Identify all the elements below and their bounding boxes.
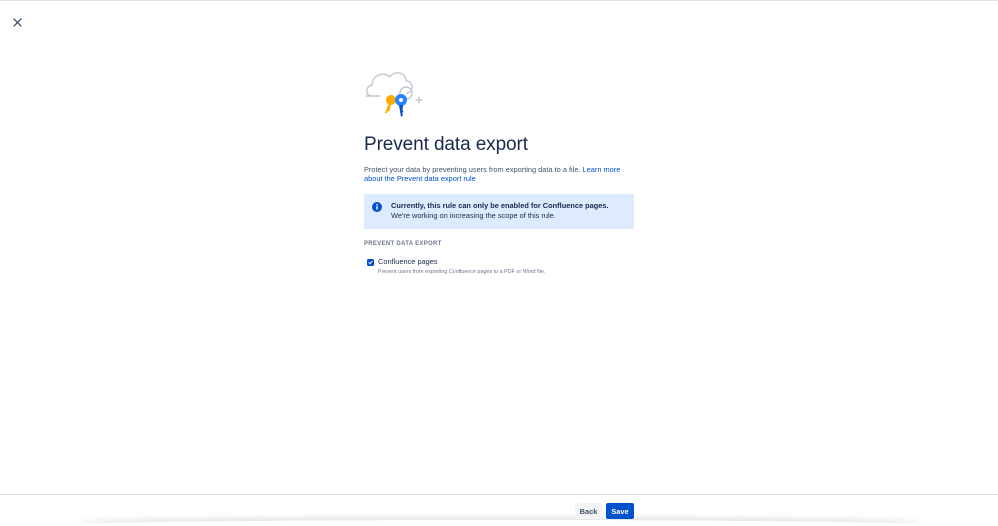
option-body: Confluence pages Prevent users from expo… — [378, 257, 545, 276]
footer-shadow — [80, 520, 920, 526]
info-banner-rest: We're working on increasing the scope of… — [391, 211, 556, 221]
dialog-content: Prevent data export Protect your data by… — [364, 66, 634, 276]
dialog-description: Protect your data by preventing users fr… — [364, 165, 634, 183]
checkmark-icon — [368, 260, 373, 265]
option-label[interactable]: Confluence pages — [378, 257, 545, 267]
info-banner-text: Currently, this rule can only be enabled… — [391, 201, 624, 221]
back-button[interactable]: Back — [575, 503, 602, 519]
dialog-title: Prevent data export — [364, 134, 528, 155]
close-button[interactable] — [9, 14, 26, 31]
info-banner-bold: Currently, this rule can only be enabled… — [391, 201, 609, 211]
close-icon — [13, 18, 22, 27]
top-divider — [0, 0, 998, 1]
confluence-pages-checkbox[interactable] — [367, 259, 374, 267]
info-banner: Currently, this rule can only be enabled… — [364, 194, 634, 230]
save-button[interactable]: Save — [606, 503, 634, 519]
info-icon — [372, 202, 382, 213]
section-label: PREVENT DATA EXPORT — [364, 241, 442, 248]
cloud-keys-illustration — [365, 72, 423, 117]
option-confluence-pages: Confluence pages Prevent users from expo… — [364, 257, 634, 276]
option-help-text: Prevent users from exporting Confluence … — [378, 269, 546, 276]
